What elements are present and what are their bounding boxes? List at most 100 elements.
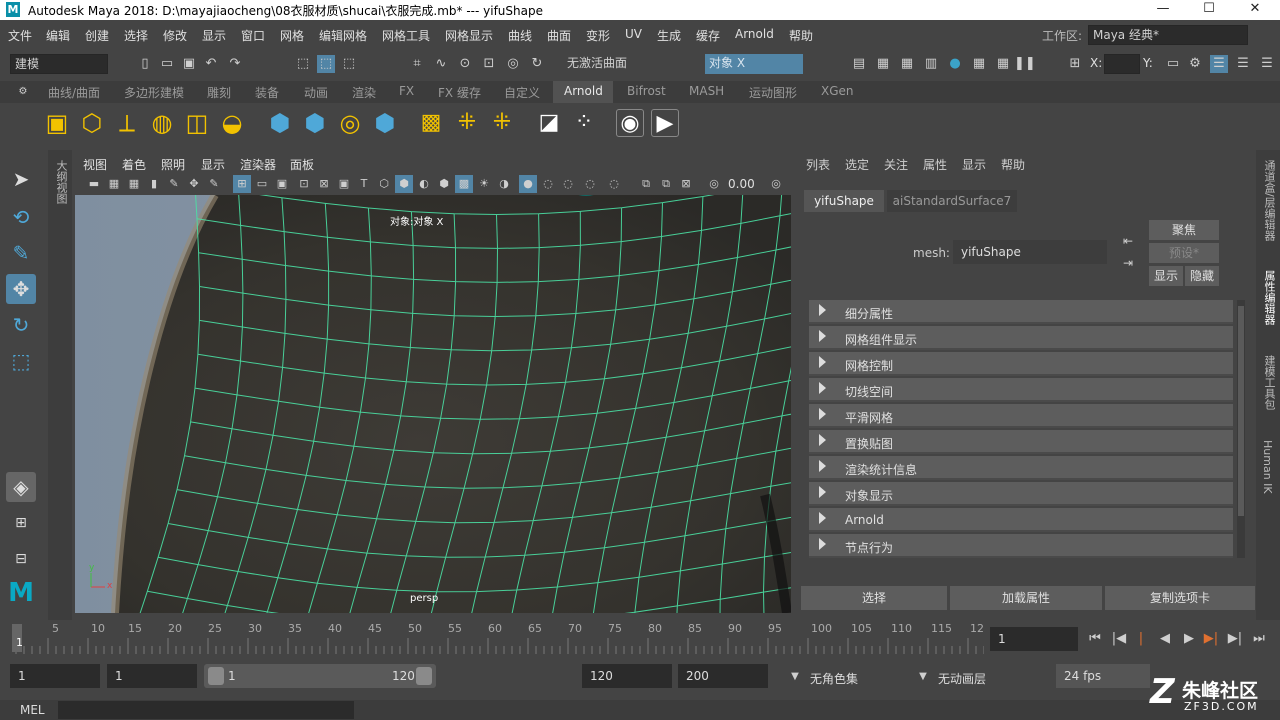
scale-tool-icon[interactable]: ⬚ [6,346,36,376]
xray-joints-icon[interactable]: ⧉ [657,175,675,193]
shelf-tab-motion-graphics[interactable]: 运动图形 [749,84,797,101]
xray-components-icon[interactable]: ⊠ [677,175,695,193]
default-material-icon[interactable]: ◐ [415,175,433,193]
render-settings-icon[interactable]: ▥ [922,55,940,73]
output-node-icon[interactable]: ⇥ [1119,254,1137,272]
viewport-menu-shading[interactable]: 着色 [122,156,146,173]
flush-texture-icon[interactable]: ⁜ [488,109,516,137]
safe-title-icon[interactable]: T [355,175,373,193]
area-light-icon[interactable]: ▣ [43,109,71,137]
section-render-stats[interactable]: 渲染统计信息 [809,456,1233,480]
use-all-lights-icon[interactable]: ☀ [475,175,493,193]
menu-uv[interactable]: UV [625,27,642,41]
gamma-icon[interactable]: ◎ [767,175,785,193]
exposure-icon[interactable]: ◎ [705,175,723,193]
menu-edit-mesh[interactable]: 编辑网格 [319,27,367,44]
grid-toggle-icon[interactable]: ⊞ [233,175,251,193]
mesh-name-field[interactable]: yifuShape [953,240,1107,264]
gate-mask-icon[interactable]: ⊡ [295,175,313,193]
depth-of-field-icon[interactable]: ◌ [581,175,599,193]
char-set-dropdown-icon[interactable]: ▼ [786,668,804,686]
shelf-tab-custom[interactable]: 自定义 [504,84,540,101]
anti-aliasing-icon[interactable]: ◌ [559,175,577,193]
hypershade-icon[interactable]: ● [946,55,964,73]
ae-scrollbar-thumb[interactable] [1238,306,1244,516]
ae-menu-list[interactable]: 列表 [806,156,830,173]
ae-scrollbar[interactable] [1237,300,1245,558]
save-scene-icon[interactable]: ▣ [180,55,198,73]
ae-menu-help[interactable]: 帮助 [1001,156,1025,173]
section-object-display[interactable]: 对象显示 [809,482,1233,506]
render-frame-icon[interactable]: ▦ [874,55,892,73]
2d-pan-icon[interactable]: ✥ [185,175,203,193]
select-hierarchy-icon[interactable]: ⬚ [294,55,312,73]
snap-grid-icon[interactable]: ⌗ [408,55,426,73]
shelf-tab-mash[interactable]: MASH [689,84,724,98]
animation-layer[interactable]: 无动画层 [938,670,986,687]
grease-pencil-icon[interactable]: ✎ [165,175,183,193]
anim-end-field[interactable]: 200 [678,664,768,688]
menu-modify[interactable]: 修改 [163,27,187,44]
bookmark-icon[interactable]: ▦ [125,175,143,193]
menu-select[interactable]: 选择 [124,27,148,44]
flush-cache-icon[interactable]: ⁜ [453,109,481,137]
section-node-behavior[interactable]: 节点行为 [809,534,1233,558]
render-view-shelf-icon[interactable]: ◪ [535,109,563,137]
section-displacement[interactable]: 置换贴图 [809,430,1233,454]
menu-curves[interactable]: 曲线 [508,27,532,44]
live-surface-field[interactable]: 无激活曲面 [563,54,659,74]
shelf-tab-poly[interactable]: 多边形建模 [124,84,184,101]
film-gate-icon[interactable]: ▭ [253,175,271,193]
range-start-handle[interactable] [208,667,224,685]
arnold-render-icon[interactable]: ▦ [970,55,988,73]
play-render-icon[interactable]: ▶ [651,109,679,137]
play-backward-icon[interactable]: ◀ [1156,630,1174,648]
resolution-gate-icon[interactable]: ▣ [273,175,291,193]
section-arnold[interactable]: Arnold [809,508,1233,532]
skydome-light-icon[interactable]: ◍ [148,109,176,137]
shelf-tab-bifrost[interactable]: Bifrost [627,84,666,98]
mel-label[interactable]: MEL [20,703,45,717]
menu-mesh-display[interactable]: 网格显示 [445,27,493,44]
undo-icon[interactable]: ↶ [202,55,220,73]
anim-start-field[interactable]: 1 [10,664,100,688]
go-to-end-icon[interactable]: ⏭ [1250,630,1268,648]
light-portal-icon[interactable]: ◫ [183,109,211,137]
snap-live-icon[interactable]: ↻ [528,55,546,73]
viewport-menu-panels[interactable]: 面板 [290,156,314,173]
curve-collector-icon[interactable]: ⬢ [371,109,399,137]
select-tool-icon[interactable]: ➤ [6,164,36,194]
anim-layer-dropdown-icon[interactable]: ▼ [914,668,932,686]
viewport-menu-show[interactable]: 显示 [201,156,225,173]
volume-icon[interactable]: ◎ [336,109,364,137]
channel-box-toggle-icon[interactable]: ☰ [1258,55,1276,73]
menu-arnold[interactable]: Arnold [735,27,774,41]
single-view-icon[interactable]: ◈ [6,472,36,502]
viewport-menu-renderer[interactable]: 渲染器 [240,156,276,173]
rotate-tool-icon[interactable]: ↻ [6,310,36,340]
ae-tab-shape[interactable]: yifuShape [804,190,884,212]
physical-sky-icon[interactable]: ◒ [218,109,246,137]
redo-icon[interactable]: ↷ [226,55,244,73]
move-tool-icon[interactable]: ✥ [6,274,36,304]
menu-display[interactable]: 显示 [202,27,226,44]
command-input[interactable] [58,701,354,719]
time-slider[interactable]: 1 10 15 20 25 30 35 40 45 50 55 60 65 70… [0,620,1280,658]
txmanager-icon[interactable]: ▩ [417,109,445,137]
input-node-icon[interactable]: ⇤ [1119,232,1137,250]
range-bar[interactable]: 1 120 [204,664,436,688]
safe-action-icon[interactable]: ▣ [335,175,353,193]
workspace-select[interactable]: Maya 经典* [1088,25,1248,45]
snap-view-icon[interactable]: ⊡ [480,55,498,73]
ipr-eye-icon[interactable]: ◉ [616,109,644,137]
pan-zoom-icon[interactable]: ✎ [205,175,223,193]
open-scene-icon[interactable]: ▭ [158,55,176,73]
snap-curve-icon[interactable]: ∿ [432,55,450,73]
snap-point-icon[interactable]: ⊙ [456,55,474,73]
character-set[interactable]: 无角色集 [810,670,858,687]
viewport-menu-view[interactable]: 视图 [83,156,107,173]
shelf-tab-sculpt[interactable]: 雕刻 [207,84,231,101]
attribute-editor-tab[interactable]: 属性编辑器 [1261,270,1277,325]
snap-surface-icon[interactable]: ◎ [504,55,522,73]
go-to-start-icon[interactable]: ⏮ [1086,630,1104,648]
